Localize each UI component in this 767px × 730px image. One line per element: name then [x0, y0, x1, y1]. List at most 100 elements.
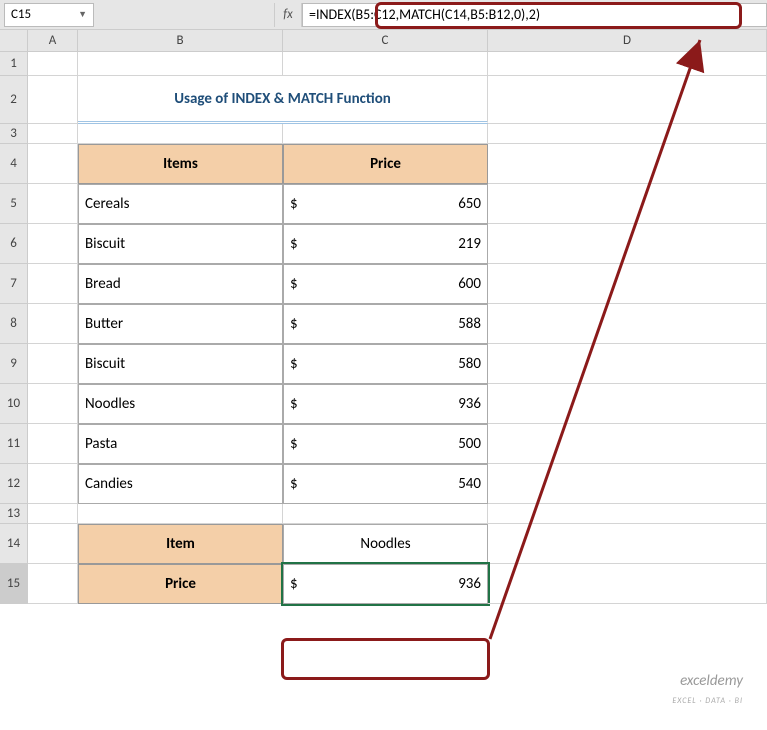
table-price[interactable]: $540: [283, 464, 488, 504]
row-header[interactable]: 14: [0, 524, 28, 564]
cell[interactable]: [28, 424, 78, 464]
formula-bar-row: C15 ▼ fx =INDEX(B5:C12,MATCH(C14,B5:B12,…: [0, 0, 767, 30]
table-price[interactable]: $580: [283, 344, 488, 384]
cell[interactable]: [28, 76, 78, 124]
lookup-item-value[interactable]: Noodles: [283, 524, 488, 564]
table-price[interactable]: $500: [283, 424, 488, 464]
currency-symbol: $: [290, 315, 298, 333]
formula-text: =INDEX(B5:C12,MATCH(C14,B5:B12,0),2): [309, 6, 540, 23]
col-header-b[interactable]: B: [78, 30, 283, 52]
cell[interactable]: [488, 264, 767, 304]
price-value: 219: [458, 235, 481, 253]
table-item[interactable]: Bread: [78, 264, 283, 304]
cell[interactable]: [488, 224, 767, 264]
cell[interactable]: [488, 464, 767, 504]
currency-symbol: $: [290, 235, 298, 253]
cell[interactable]: [28, 264, 78, 304]
row-header[interactable]: 9: [0, 344, 28, 384]
row-header[interactable]: 11: [0, 424, 28, 464]
table-item[interactable]: Cereals: [78, 184, 283, 224]
watermark-text: exceldemy: [680, 672, 743, 690]
table-item[interactable]: Noodles: [78, 384, 283, 424]
cell[interactable]: [488, 564, 767, 604]
cell[interactable]: [488, 184, 767, 224]
cell[interactable]: [28, 52, 78, 76]
cell[interactable]: [488, 304, 767, 344]
currency-symbol: $: [290, 435, 298, 453]
cell[interactable]: [488, 524, 767, 564]
cell[interactable]: [78, 52, 283, 76]
row-header[interactable]: 10: [0, 384, 28, 424]
col-header-d[interactable]: D: [488, 30, 767, 52]
cell[interactable]: [28, 144, 78, 184]
cell[interactable]: [283, 504, 488, 524]
row-header[interactable]: 2: [0, 76, 28, 124]
cell[interactable]: [28, 384, 78, 424]
col-header-c[interactable]: C: [283, 30, 488, 52]
currency-symbol: $: [290, 275, 298, 293]
table-item[interactable]: Biscuit: [78, 344, 283, 384]
select-all-corner[interactable]: [0, 30, 28, 52]
col-header-a[interactable]: A: [28, 30, 78, 52]
row-header[interactable]: 13: [0, 504, 28, 524]
row-header[interactable]: 8: [0, 304, 28, 344]
spreadsheet-grid: A B C D 1 2 Usage of INDEX & MATCH Functi…: [0, 30, 767, 604]
cell[interactable]: [488, 384, 767, 424]
name-box-value: C15: [11, 7, 31, 22]
cell[interactable]: [488, 144, 767, 184]
row-header[interactable]: 1: [0, 52, 28, 76]
cell[interactable]: [78, 504, 283, 524]
cell[interactable]: [488, 424, 767, 464]
row-header[interactable]: 6: [0, 224, 28, 264]
cell[interactable]: [28, 564, 78, 604]
table-item[interactable]: Pasta: [78, 424, 283, 464]
table-item[interactable]: Candies: [78, 464, 283, 504]
table-item[interactable]: Biscuit: [78, 224, 283, 264]
row-header[interactable]: 12: [0, 464, 28, 504]
row-header[interactable]: 3: [0, 124, 28, 144]
cell[interactable]: [488, 76, 767, 124]
cell[interactable]: [28, 184, 78, 224]
formula-bar-input[interactable]: =INDEX(B5:C12,MATCH(C14,B5:B12,0),2): [302, 3, 767, 27]
lookup-price-label[interactable]: Price: [78, 564, 283, 604]
row-header[interactable]: 5: [0, 184, 28, 224]
name-box[interactable]: C15 ▼: [4, 3, 94, 27]
table-price[interactable]: $588: [283, 304, 488, 344]
cell[interactable]: [283, 124, 488, 144]
cell[interactable]: [78, 124, 283, 144]
currency-symbol: $: [290, 195, 298, 213]
page-title[interactable]: Usage of INDEX & MATCH Function: [78, 76, 488, 124]
cell[interactable]: [488, 124, 767, 144]
cell[interactable]: [488, 504, 767, 524]
table-item[interactable]: Butter: [78, 304, 283, 344]
cell[interactable]: [28, 304, 78, 344]
column-header-row: A B C D: [0, 30, 767, 52]
cell[interactable]: [283, 52, 488, 76]
header-price[interactable]: Price: [283, 144, 488, 184]
table-price[interactable]: $936: [283, 384, 488, 424]
cell[interactable]: [28, 524, 78, 564]
cell[interactable]: [28, 344, 78, 384]
price-value: 600: [458, 275, 481, 293]
cell[interactable]: [488, 344, 767, 384]
fx-icon[interactable]: fx: [274, 3, 302, 27]
cell[interactable]: [28, 224, 78, 264]
price-value: 650: [458, 195, 481, 213]
table-price[interactable]: $650: [283, 184, 488, 224]
row-header[interactable]: 15: [0, 564, 28, 604]
cell[interactable]: [488, 52, 767, 76]
price-value: 936: [458, 575, 481, 593]
cell[interactable]: [28, 464, 78, 504]
lookup-item-label[interactable]: Item: [78, 524, 283, 564]
table-price[interactable]: $600: [283, 264, 488, 304]
name-box-dropdown-icon[interactable]: ▼: [78, 9, 87, 20]
row-header[interactable]: 7: [0, 264, 28, 304]
cell[interactable]: [28, 504, 78, 524]
row-header[interactable]: 4: [0, 144, 28, 184]
table-price[interactable]: $219: [283, 224, 488, 264]
lookup-price-value[interactable]: $936: [283, 564, 488, 604]
currency-symbol: $: [290, 395, 298, 413]
currency-symbol: $: [290, 475, 298, 493]
cell[interactable]: [28, 124, 78, 144]
header-items[interactable]: Items: [78, 144, 283, 184]
